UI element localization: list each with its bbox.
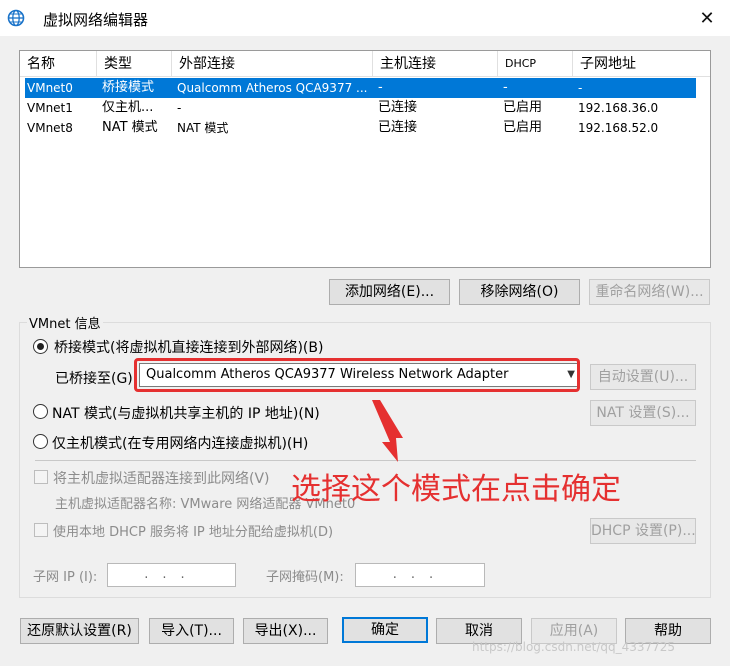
cell-subnet: 192.168.36.0 [578, 101, 659, 115]
cell-subnet: 192.168.52.0 [578, 121, 659, 135]
vmnet-info-label: VMnet 信息 [27, 313, 103, 332]
bridged-radio-label[interactable]: 桥接模式(将虚拟机直接连接到外部网络)(B) [54, 337, 323, 357]
annotation-highlight-box [134, 358, 580, 392]
subnet-mask-label: 子网掩码(M): [266, 570, 344, 585]
watermark: https://blog.csdn.net/qq_4337725 [472, 640, 676, 654]
auto-settings-button[interactable]: 自动设置(U)... [590, 364, 696, 390]
column-header-dhcp[interactable]: DHCP [498, 51, 573, 77]
add-network-button[interactable]: 添加网络(E)... [329, 279, 450, 305]
cell-dhcp: 已启用 [503, 100, 543, 115]
cell-type: NAT 模式 [102, 120, 158, 135]
table-row[interactable]: VMnet8 NAT 模式 NAT 模式 已连接 已启用 192.168.52.… [25, 118, 696, 138]
ok-button[interactable]: 确定 [342, 617, 428, 643]
cell-external: NAT 模式 [177, 121, 229, 135]
nat-settings-button[interactable]: NAT 设置(S)... [590, 400, 696, 426]
cell-dhcp: 已启用 [503, 120, 543, 135]
import-button[interactable]: 导入(T)... [149, 618, 234, 644]
hostonly-radio[interactable] [33, 434, 48, 449]
column-header-external[interactable]: 外部连接 [172, 51, 373, 77]
subnet-ip-input[interactable]: ... [107, 563, 236, 587]
window-title: 虚拟网络编辑器 [43, 11, 149, 29]
remove-network-button[interactable]: 移除网络(O) [459, 279, 580, 305]
annotation-arrow-icon [372, 400, 403, 462]
bridged-to-label: 已桥接至(G) [55, 371, 133, 387]
network-globe-icon [7, 9, 25, 27]
table-row[interactable]: VMnet1 仅主机... - 已连接 已启用 192.168.36.0 [25, 98, 696, 118]
bridged-radio[interactable] [33, 339, 48, 354]
column-header-name[interactable]: 名称 [20, 51, 97, 77]
network-table[interactable]: 名称 类型 外部连接 主机连接 DHCP 子网地址 VMnet0 桥接模式 Qu… [19, 50, 711, 268]
cell-type: 桥接模式 [102, 80, 155, 95]
subnet-ip-label: 子网 IP (I): [33, 570, 98, 585]
cell-dhcp: - [503, 80, 508, 95]
cell-name: VMnet1 [27, 101, 73, 115]
connect-adapter-label[interactable]: 将主机虚拟适配器连接到此网络(V) [53, 468, 270, 488]
restore-defaults-button[interactable]: 还原默认设置(R) [20, 618, 139, 644]
column-header-host[interactable]: 主机连接 [373, 51, 498, 77]
table-header: 名称 类型 外部连接 主机连接 DHCP 子网地址 [20, 51, 710, 77]
hostonly-radio-label[interactable]: 仅主机模式(在专用网络内连接虚拟机)(H) [52, 433, 308, 453]
connect-adapter-checkbox[interactable] [34, 470, 48, 484]
dhcp-checkbox[interactable] [34, 523, 48, 537]
cell-host: - [378, 80, 383, 95]
close-button[interactable]: ✕ [684, 0, 730, 36]
table-row[interactable]: VMnet0 桥接模式 Qualcomm Atheros QCA9377 ...… [25, 78, 696, 98]
cell-name: VMnet0 [27, 81, 73, 95]
rename-network-button[interactable]: 重命名网络(W)... [589, 279, 710, 305]
nat-radio[interactable] [33, 404, 48, 419]
column-header-subnet[interactable]: 子网地址 [573, 51, 710, 77]
subnet-mask-input[interactable]: ... [355, 563, 485, 587]
cell-subnet: - [578, 81, 583, 95]
close-icon: ✕ [699, 7, 715, 29]
column-header-type[interactable]: 类型 [97, 51, 172, 77]
dhcp-settings-button[interactable]: DHCP 设置(P)... [590, 518, 696, 544]
cell-name: VMnet8 [27, 121, 73, 135]
cell-type: 仅主机... [102, 100, 154, 115]
export-button[interactable]: 导出(X)... [243, 618, 328, 644]
cell-host: 已连接 [378, 120, 418, 135]
title-bar: 虚拟网络编辑器 ✕ [0, 0, 730, 36]
cell-external: - [177, 101, 182, 115]
nat-radio-label[interactable]: NAT 模式(与虚拟机共享主机的 IP 地址)(N) [52, 403, 320, 423]
cell-host: 已连接 [378, 100, 418, 115]
cell-external: Qualcomm Atheros QCA9377 ... [177, 81, 368, 95]
dhcp-label[interactable]: 使用本地 DHCP 服务将 IP 地址分配给虚拟机(D) [53, 521, 333, 540]
annotation-text: 选择这个模式在点击确定 [291, 472, 621, 507]
